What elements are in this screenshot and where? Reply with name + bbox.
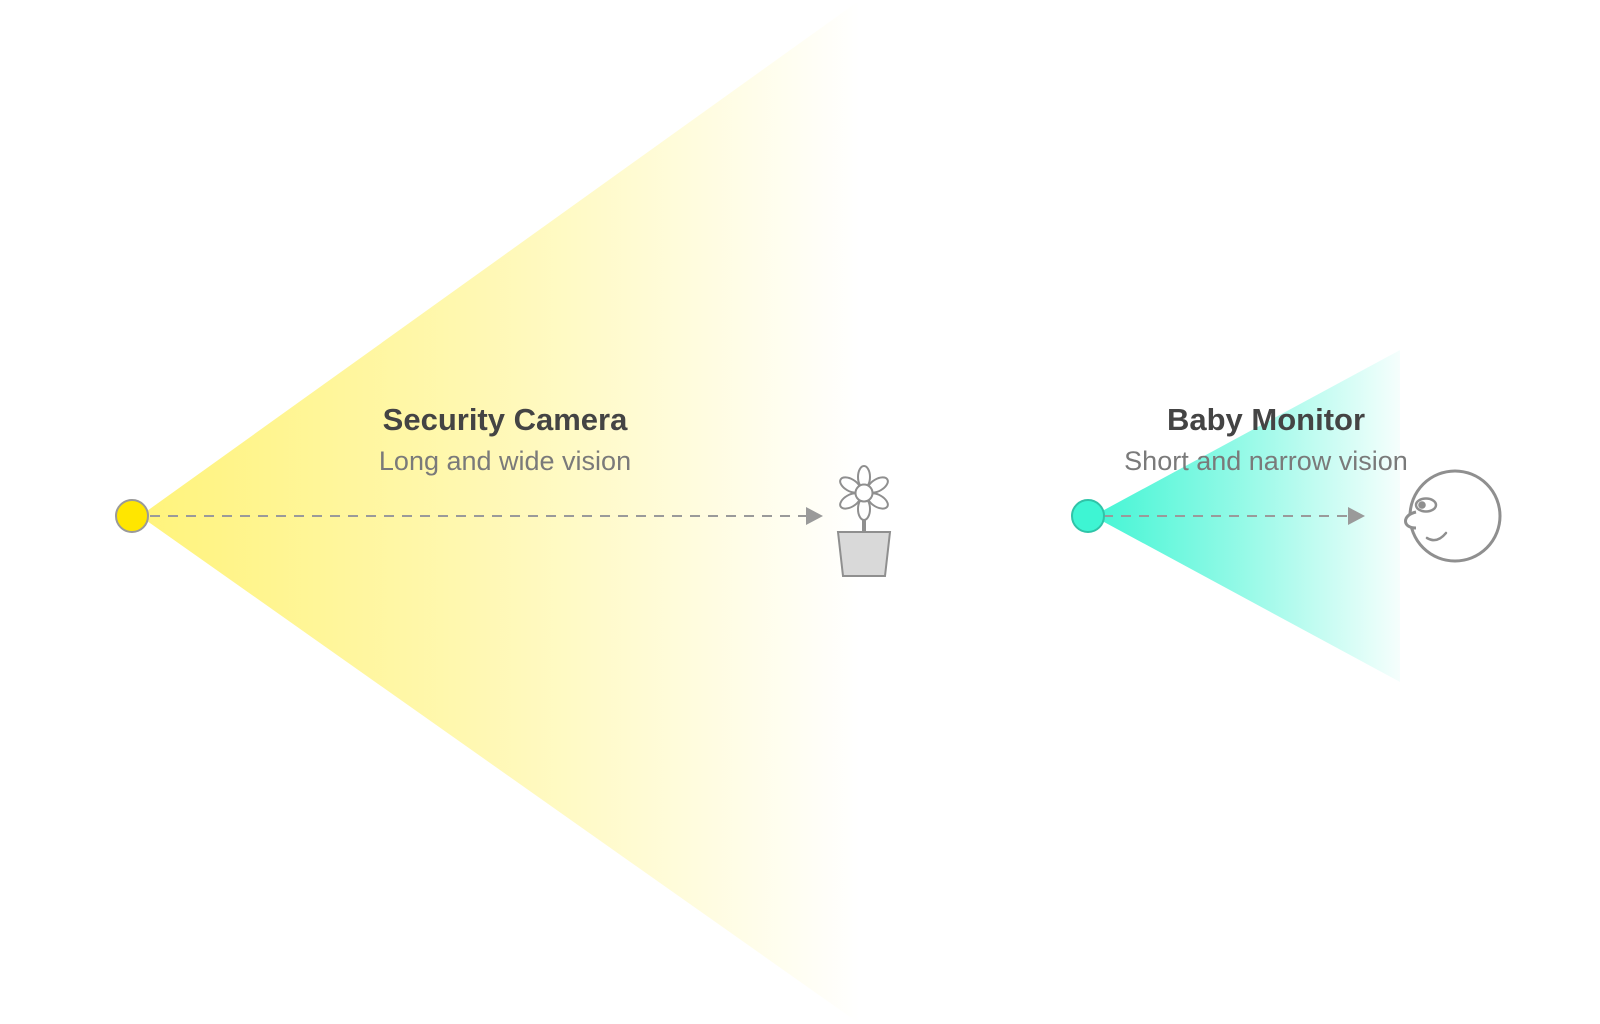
- baby-monitor-title: Baby Monitor: [1167, 402, 1365, 437]
- baby-face-icon: [1404, 469, 1502, 563]
- baby-monitor-subtitle: Short and narrow vision: [1124, 446, 1408, 476]
- security-camera-icon: [115, 499, 149, 533]
- vision-diagram: Security Camera Long and wide vision Bab…: [115, 0, 1502, 1024]
- security-camera-title: Security Camera: [383, 402, 628, 437]
- security-camera-subtitle: Long and wide vision: [379, 446, 631, 476]
- security-camera-vision-cone: [140, 0, 860, 1024]
- baby-monitor-icon: [1071, 499, 1105, 533]
